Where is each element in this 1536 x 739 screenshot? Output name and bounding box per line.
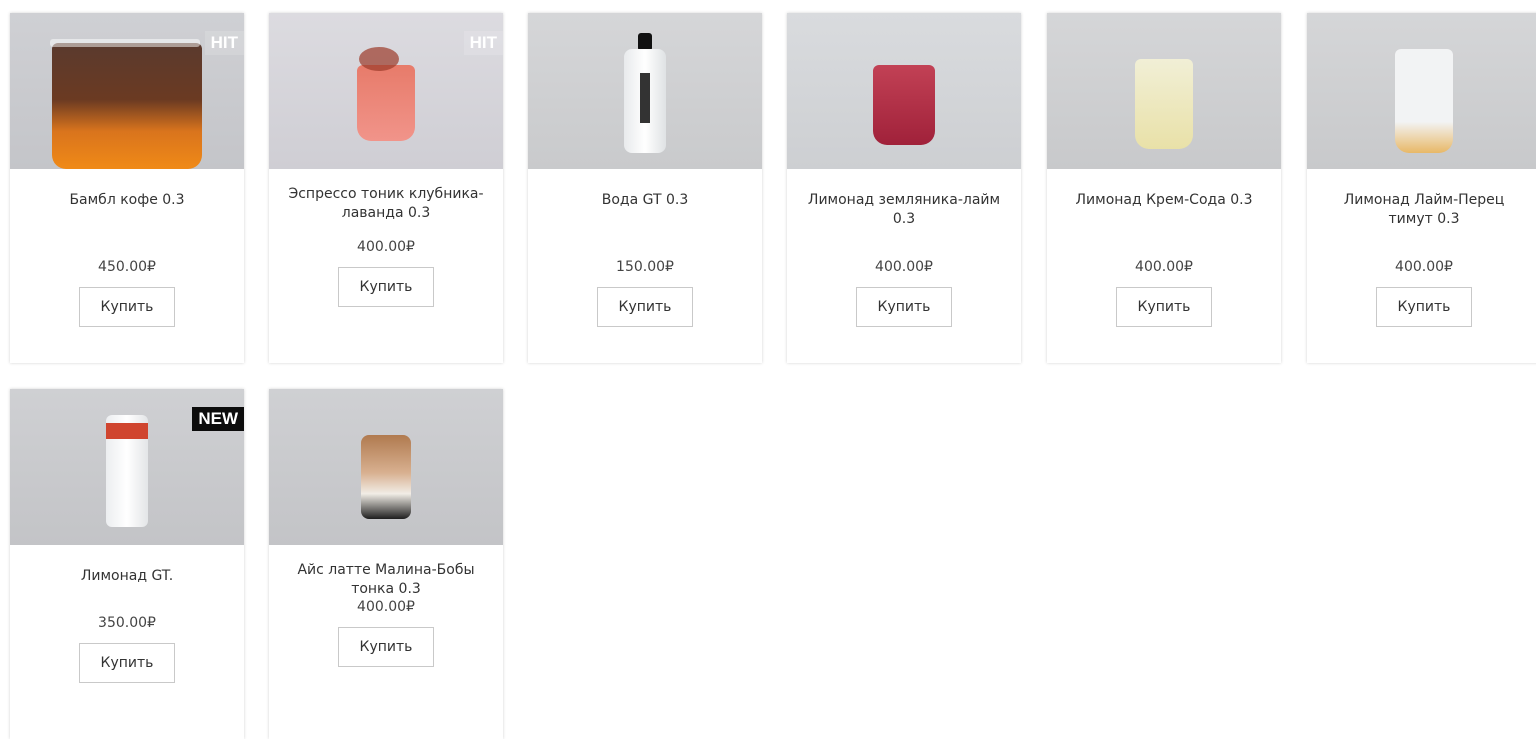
product-image[interactable]: HIT: [10, 13, 244, 169]
buy-button[interactable]: Купить: [597, 287, 693, 327]
product-price: 400.00₽: [357, 239, 415, 255]
buy-button[interactable]: Купить: [79, 287, 175, 327]
buy-button[interactable]: Купить: [79, 643, 175, 683]
product-title[interactable]: Бамбл кофе 0.3: [24, 191, 230, 253]
product-card[interactable]: Айс латте Малина-Бобы тонка 0.3 400.00₽ …: [269, 389, 503, 739]
buy-button[interactable]: Купить: [1116, 287, 1212, 327]
product-price: 400.00₽: [357, 599, 415, 615]
product-image[interactable]: [1047, 13, 1281, 169]
product-price: 400.00₽: [875, 259, 933, 275]
product-card[interactable]: HIT Эспрессо тоник клубника-лаванда 0.3 …: [269, 13, 503, 363]
product-title[interactable]: Вода GT 0.3: [542, 191, 748, 253]
buy-button[interactable]: Купить: [338, 627, 434, 667]
product-price: 400.00₽: [1395, 259, 1453, 275]
new-badge: NEW: [192, 407, 244, 431]
hit-badge: HIT: [463, 31, 503, 55]
product-image[interactable]: NEW: [10, 389, 244, 545]
product-image[interactable]: [787, 13, 1021, 169]
product-image[interactable]: HIT: [269, 13, 503, 169]
product-title[interactable]: Эспрессо тоник клубника-лаванда 0.3: [283, 185, 489, 239]
product-card[interactable]: Вода GT 0.3 150.00₽ Купить: [528, 13, 762, 363]
product-card[interactable]: Лимонад Крем-Сода 0.3 400.00₽ Купить: [1047, 13, 1281, 363]
buy-button[interactable]: Купить: [1376, 287, 1472, 327]
product-price: 400.00₽: [1135, 259, 1193, 275]
product-card[interactable]: NEW Лимонад GT. 350.00₽ Купить: [10, 389, 244, 739]
product-image[interactable]: [1307, 13, 1536, 169]
product-title[interactable]: Лимонад Лайм-Перец тимут 0.3: [1321, 191, 1527, 253]
product-title[interactable]: Лимонад GT.: [24, 567, 230, 607]
product-title[interactable]: Лимонад Крем-Сода 0.3: [1061, 191, 1267, 253]
product-title[interactable]: Айс латте Малина-Бобы тонка 0.3: [283, 561, 489, 599]
product-image[interactable]: [528, 13, 762, 169]
buy-button[interactable]: Купить: [338, 267, 434, 307]
product-card[interactable]: Лимонад земляника-лайм 0.3 400.00₽ Купит…: [787, 13, 1021, 363]
product-title[interactable]: Лимонад земляника-лайм 0.3: [801, 191, 1007, 253]
product-image[interactable]: [269, 389, 503, 545]
buy-button[interactable]: Купить: [856, 287, 952, 327]
product-price: 350.00₽: [98, 615, 156, 631]
product-grid: HIT Бамбл кофе 0.3 450.00₽ Купить HIT Эс…: [0, 0, 1536, 739]
product-card[interactable]: Лимонад Лайм-Перец тимут 0.3 400.00₽ Куп…: [1307, 13, 1536, 363]
product-price: 450.00₽: [98, 259, 156, 275]
product-price: 150.00₽: [616, 259, 674, 275]
product-card[interactable]: HIT Бамбл кофе 0.3 450.00₽ Купить: [10, 13, 244, 363]
hit-badge: HIT: [204, 31, 244, 55]
